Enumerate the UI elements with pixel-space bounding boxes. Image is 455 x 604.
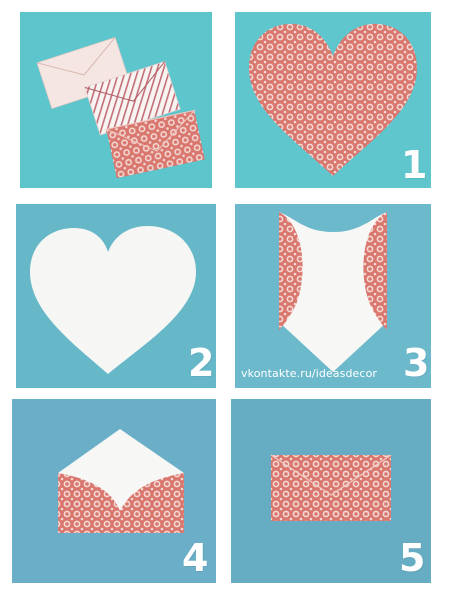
watermark-text: vkontakte.ru/ideasdecor: [241, 367, 378, 380]
white-heart: [30, 226, 196, 374]
step-number-1: 1: [401, 143, 428, 187]
panel-envelopes-finished: [20, 12, 212, 188]
panel-step-2: 2: [16, 204, 216, 388]
panel-step-4: 4: [12, 399, 216, 583]
step-number-4: 4: [182, 536, 209, 580]
step-number-2: 2: [188, 341, 215, 385]
step-number-5: 5: [399, 536, 426, 580]
heart-sides-folded: [279, 212, 387, 372]
step-number-3: 3: [403, 341, 430, 385]
panel-step-5: 5: [231, 399, 431, 583]
panel-step-3: 3: [235, 204, 431, 388]
panel-step-1: 1: [235, 12, 431, 188]
envelopes-illustration: [36, 36, 205, 179]
